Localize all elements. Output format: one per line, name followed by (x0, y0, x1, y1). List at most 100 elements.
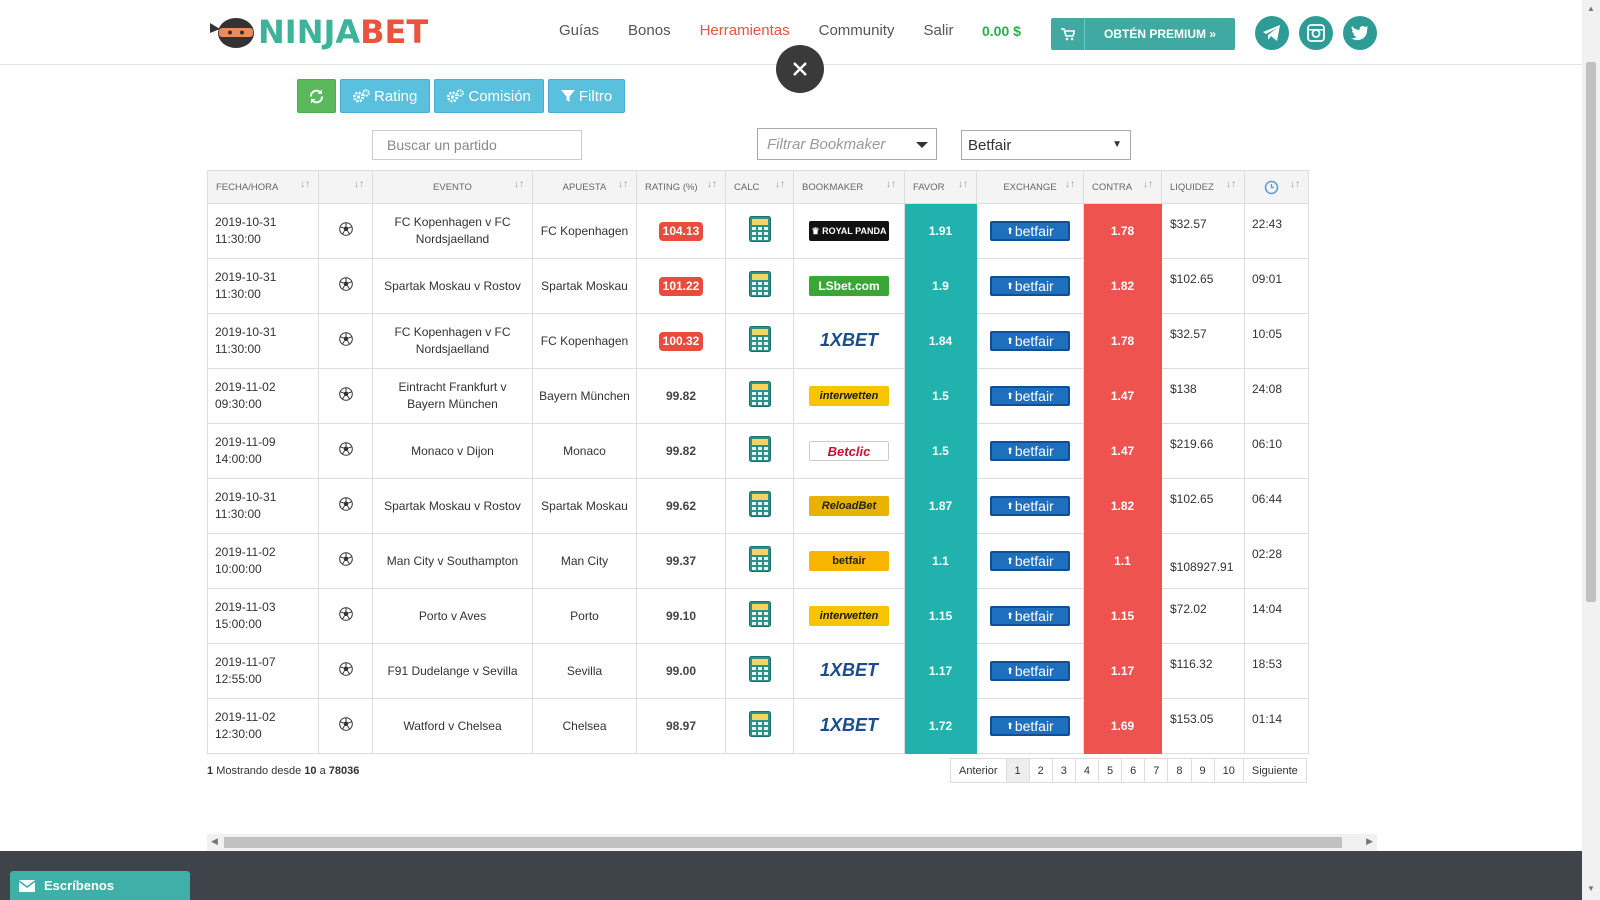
bookmaker-logo[interactable]: Betclic (809, 441, 889, 461)
bookmaker-filter-dropdown[interactable]: Filtrar Bookmaker (757, 128, 937, 160)
scroll-thumb[interactable] (1586, 62, 1596, 602)
bookmaker-logo[interactable]: LSbet.com (809, 276, 889, 296)
bookmaker-cell[interactable]: 1XBET (793, 313, 905, 369)
twitter-link[interactable] (1343, 16, 1377, 50)
calculator-icon[interactable] (748, 215, 771, 242)
exchange-cell[interactable]: ⬆ betfair (976, 643, 1084, 699)
calc-cell[interactable] (725, 203, 794, 259)
event-cell[interactable]: Watford v Chelsea (372, 698, 533, 754)
exchange-cell[interactable]: ⬆ betfair (976, 203, 1084, 259)
event-cell[interactable]: Eintracht Frankfurt v Bayern München (372, 368, 533, 424)
pager-page[interactable]: 1 (1005, 758, 1030, 783)
premium-button[interactable]: OBTÉN PREMIUM » (1051, 18, 1235, 50)
col-sport[interactable]: ↓↑ (318, 170, 373, 204)
bookmaker-cell[interactable]: Betclic (793, 423, 905, 479)
exchange-cell[interactable]: ⬆ betfair (976, 313, 1084, 369)
betfair-logo[interactable]: ⬆ betfair (990, 276, 1070, 296)
bookmaker-logo[interactable]: interwetten (809, 386, 889, 406)
scroll-left-icon[interactable]: ◀ (211, 836, 218, 847)
calculator-icon[interactable] (748, 325, 771, 352)
betfair-logo[interactable]: ⬆ betfair (990, 331, 1070, 351)
bookmaker-logo[interactable]: ReloadBet (809, 496, 889, 516)
scroll-right-icon[interactable]: ▶ (1366, 836, 1373, 847)
betfair-logo[interactable]: ⬆ betfair (990, 441, 1070, 461)
ninjabet-logo[interactable]: NINJABET (208, 13, 428, 51)
bookmaker-cell[interactable]: ♛ ROYAL PANDA (793, 203, 905, 259)
nav-item-community[interactable]: Community (819, 22, 895, 39)
bookmaker-logo[interactable]: 1XBET (809, 331, 889, 351)
bookmaker-cell[interactable]: betfair (793, 533, 905, 589)
close-overlay-button[interactable] (776, 45, 824, 93)
event-cell[interactable]: FC Kopenhagen v FC Nordsjaelland (372, 203, 533, 259)
refresh-button[interactable] (297, 79, 336, 113)
event-cell[interactable]: Man City v Southampton (372, 533, 533, 589)
calc-cell[interactable] (725, 423, 794, 479)
col-evento[interactable]: EVENTO ↓↑ (372, 170, 533, 204)
calculator-icon[interactable] (748, 655, 771, 682)
col-exchange[interactable]: EXCHANGE ↓↑ (976, 170, 1084, 204)
bookmaker-cell[interactable]: ReloadBet (793, 478, 905, 534)
bookmaker-cell[interactable]: 1XBET (793, 698, 905, 754)
calc-cell[interactable] (725, 588, 794, 644)
col-calc[interactable]: CALC ↓↑ (725, 170, 794, 204)
exchange-cell[interactable]: ⬆ betfair (976, 478, 1084, 534)
col-rating[interactable]: RATING (%) ↓↑ (636, 170, 726, 204)
col-liquidez[interactable]: LIQUIDEZ ↓↑ (1161, 170, 1245, 204)
calculator-icon[interactable] (748, 710, 771, 737)
col-favor[interactable]: FAVOR ↓↑ (904, 170, 977, 204)
instagram-link[interactable] (1299, 16, 1333, 50)
betfair-logo[interactable]: ⬆ betfair (990, 221, 1070, 241)
betfair-logo[interactable]: ⬆ betfair (990, 716, 1070, 736)
nav-item-bonos[interactable]: Bonos (628, 22, 671, 39)
betfair-logo[interactable]: ⬆ betfair (990, 551, 1070, 571)
col-updated[interactable]: ↓↑ (1244, 170, 1309, 204)
bookmaker-logo[interactable]: 1XBET (809, 661, 889, 681)
pager-page[interactable]: 8 (1167, 758, 1192, 783)
bookmaker-cell[interactable]: LSbet.com (793, 258, 905, 314)
calc-cell[interactable] (725, 643, 794, 699)
pager-next[interactable]: Siguiente (1242, 758, 1307, 783)
betfair-logo[interactable]: ⬆ betfair (990, 661, 1070, 681)
pager-prev[interactable]: Anterior (950, 758, 1007, 783)
bookmaker-cell[interactable]: interwetten (793, 368, 905, 424)
search-match-input[interactable] (372, 130, 582, 160)
calc-cell[interactable] (725, 258, 794, 314)
pager-page[interactable]: 2 (1028, 758, 1053, 783)
exchange-select[interactable]: Betfair ▼ (961, 130, 1131, 160)
pager-page[interactable]: 9 (1190, 758, 1215, 783)
bookmaker-logo[interactable]: betfair (809, 551, 889, 571)
calc-cell[interactable] (725, 533, 794, 589)
exchange-cell[interactable]: ⬆ betfair (976, 258, 1084, 314)
pager-page[interactable]: 6 (1121, 758, 1146, 783)
nav-item-salir[interactable]: Salir (923, 22, 953, 39)
event-cell[interactable]: Spartak Moskau v Rostov (372, 478, 533, 534)
bookmaker-logo[interactable]: 1XBET (809, 716, 889, 736)
col-fecha-hora[interactable]: FECHA/HORA ↓↑ (207, 170, 319, 204)
rating-button[interactable]: Rating (340, 79, 431, 113)
exchange-cell[interactable]: ⬆ betfair (976, 368, 1084, 424)
col-bookmaker[interactable]: BOOKMAKER ↓↑ (793, 170, 905, 204)
event-cell[interactable]: Spartak Moskau v Rostov (372, 258, 533, 314)
exchange-cell[interactable]: ⬆ betfair (976, 533, 1084, 589)
pager-page[interactable]: 3 (1051, 758, 1076, 783)
comision-button[interactable]: Comisión (434, 79, 544, 113)
exchange-cell[interactable]: ⬆ betfair (976, 588, 1084, 644)
calculator-icon[interactable] (748, 600, 771, 627)
event-cell[interactable]: Porto v Aves (372, 588, 533, 644)
filtro-button[interactable]: Filtro (547, 79, 626, 113)
betfair-logo[interactable]: ⬆ betfair (990, 606, 1070, 626)
event-cell[interactable]: F91 Dudelange v Sevilla (372, 643, 533, 699)
bookmaker-logo[interactable]: interwetten (809, 606, 889, 626)
calculator-icon[interactable] (748, 545, 771, 572)
event-cell[interactable]: FC Kopenhagen v FC Nordsjaelland (372, 313, 533, 369)
pager-page[interactable]: 5 (1098, 758, 1123, 783)
calc-cell[interactable] (725, 698, 794, 754)
contact-tab[interactable]: Escríbenos (10, 871, 190, 900)
scroll-down-icon[interactable]: ▼ (1587, 884, 1595, 893)
exchange-cell[interactable]: ⬆ betfair (976, 423, 1084, 479)
nav-item-herramientas[interactable]: Herramientas (700, 22, 790, 39)
calc-cell[interactable] (725, 368, 794, 424)
calc-cell[interactable] (725, 478, 794, 534)
betfair-logo[interactable]: ⬆ betfair (990, 496, 1070, 516)
calc-cell[interactable] (725, 313, 794, 369)
